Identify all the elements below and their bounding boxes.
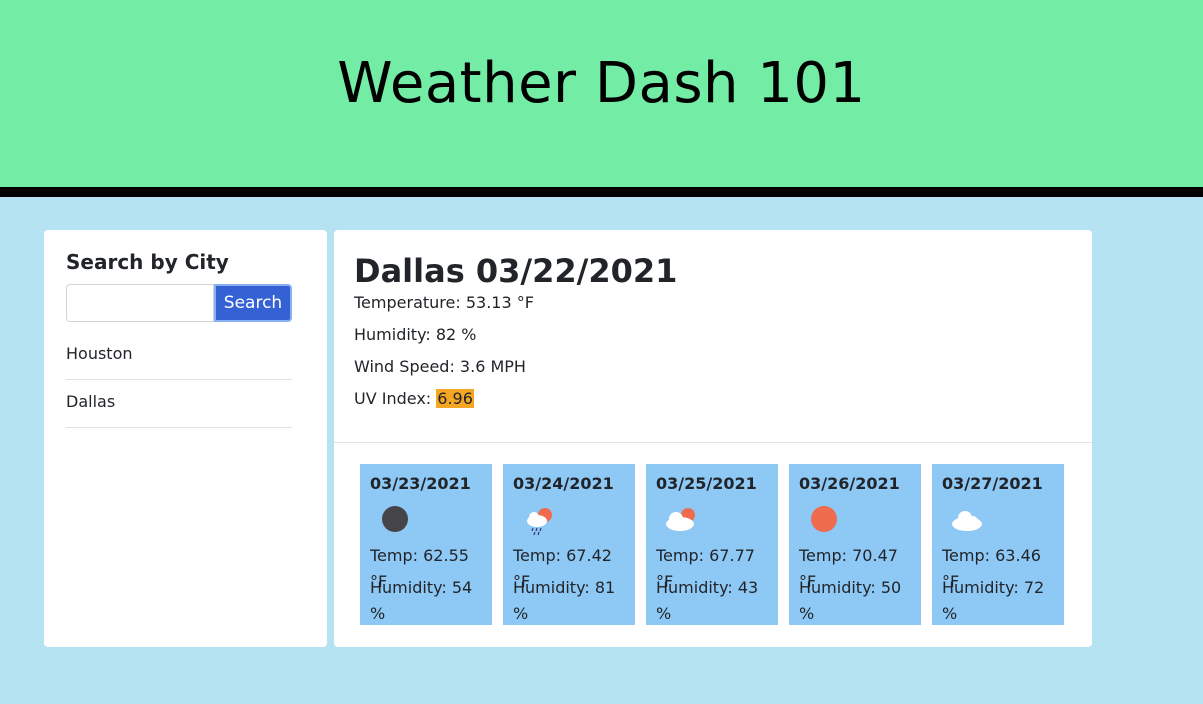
current-wind-speed: Wind Speed: 3.6 MPH (354, 357, 526, 376)
city-search-input[interactable] (66, 284, 214, 322)
forecast-temp: Temp: 67.77 °F (656, 546, 755, 591)
forecast-temp: Temp: 63.46 °F (942, 546, 1041, 591)
sun-icon (811, 506, 837, 532)
night-moon-icon (382, 506, 408, 532)
rain-sun-cloud-icon (527, 508, 552, 536)
current-weather: Dallas 03/22/2021 Temperature: 53.13 °F … (334, 230, 1092, 443)
forecast-card: 03/23/2021 Temp: 62.55 °F Humidity: 54 % (360, 464, 492, 625)
search-form: Search (66, 284, 305, 322)
current-temperature: Temperature: 53.13 °F (354, 293, 534, 312)
history-item-houston[interactable]: Houston (66, 332, 292, 380)
page-header: Weather Dash 101 (0, 0, 1203, 197)
uv-value-badge: 6.96 (436, 389, 474, 408)
forecast-date: 03/27/2021 (942, 474, 1043, 493)
forecast-card: 03/24/2021 Temp: 67.42 °F Humidity: 81 % (503, 464, 635, 625)
forecast-temp: Temp: 70.47 °F (799, 546, 898, 591)
current-city-date: Dallas 03/22/2021 (354, 252, 678, 290)
history-item-dallas[interactable]: Dallas (66, 380, 292, 428)
five-day-forecast: 03/23/2021 Temp: 62.55 °F Humidity: 54 %… (334, 443, 1092, 646)
forecast-date: 03/23/2021 (370, 474, 471, 493)
search-panel: Search by City Search Houston Dallas (44, 230, 327, 647)
forecast-card: 03/26/2021 Temp: 70.47 °F Humidity: 50 % (789, 464, 921, 625)
app-title: Weather Dash 101 (337, 51, 866, 116)
forecast-temp: Temp: 62.55 °F (370, 546, 469, 591)
cloud-icon (952, 511, 982, 531)
search-history-list: Houston Dallas (66, 332, 292, 428)
partly-cloudy-icon (666, 508, 695, 531)
forecast-humidity: Humidity: 72 % (942, 578, 1045, 623)
forecast-card: 03/27/2021 Temp: 63.46 °F Humidity: 72 % (932, 464, 1064, 625)
forecast-date: 03/24/2021 (513, 474, 614, 493)
forecast-humidity: Humidity: 50 % (799, 578, 902, 623)
current-uv-index: UV Index: 6.96 (354, 388, 1072, 420)
uv-label: UV Index: (354, 389, 437, 408)
forecast-card: 03/25/2021 Temp: 67.77 °F Humidity: 43 % (646, 464, 778, 625)
forecast-temp: Temp: 67.42 °F (513, 546, 612, 591)
search-heading: Search by City (66, 250, 229, 274)
forecast-date: 03/26/2021 (799, 474, 900, 493)
search-button[interactable]: Search (214, 284, 292, 322)
forecast-humidity: Humidity: 43 % (656, 578, 759, 623)
weather-panel: Dallas 03/22/2021 Temperature: 53.13 °F … (334, 230, 1092, 647)
forecast-humidity: Humidity: 81 % (513, 578, 616, 623)
forecast-humidity: Humidity: 54 % (370, 578, 473, 623)
current-humidity: Humidity: 82 % (354, 325, 477, 344)
forecast-date: 03/25/2021 (656, 474, 757, 493)
